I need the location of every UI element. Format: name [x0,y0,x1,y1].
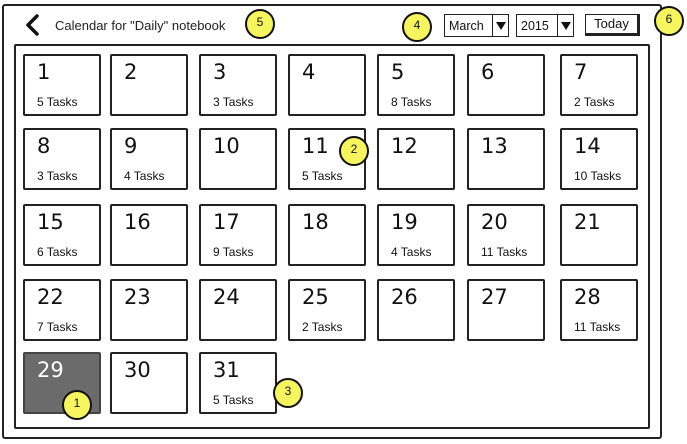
day-number: 24 [213,285,240,309]
day-number: 8 [37,134,51,158]
day-cell[interactable]: 31 5 Tasks [199,352,277,414]
task-count: 11 Tasks [574,320,621,334]
callout-marker: 2 [339,136,369,166]
day-cell[interactable]: 13 [467,128,545,190]
day-cell[interactable]: 10 [199,128,277,190]
month-value: March [449,18,484,33]
day-number: 2 [124,60,138,84]
day-cell[interactable]: 5 8 Tasks [377,54,455,116]
day-cell[interactable]: 2 [110,54,188,116]
day-number: 15 [37,210,64,234]
day-cell[interactable]: 20 11 Tasks [467,204,545,266]
day-cell[interactable]: 21 [560,204,638,266]
day-number: 19 [391,210,418,234]
day-cell[interactable]: 8 3 Tasks [23,128,101,190]
day-number: 1 [37,60,51,84]
day-cell[interactable]: 12 [377,128,455,190]
task-count: 4 Tasks [124,169,165,183]
day-cell[interactable]: 30 [110,352,188,414]
day-number: 22 [37,285,64,309]
task-count: 7 Tasks [37,320,78,334]
day-number: 18 [302,210,329,234]
day-cell[interactable]: 1 5 Tasks [23,54,101,116]
day-cell[interactable]: 14 10 Tasks [560,128,638,190]
day-number: 4 [302,60,316,84]
day-number: 29 [37,358,64,382]
day-cell[interactable]: 24 [199,279,277,341]
task-count: 3 Tasks [37,169,78,183]
day-number: 10 [213,134,240,158]
day-cell[interactable]: 15 6 Tasks [23,204,101,266]
callout-marker: 5 [245,9,275,39]
year-value: 2015 [521,18,549,33]
task-count: 8 Tasks [391,95,432,109]
day-number: 13 [481,134,508,158]
day-cell[interactable]: 23 [110,279,188,341]
day-cell[interactable]: 22 7 Tasks [23,279,101,341]
day-number: 14 [574,134,601,158]
task-count: 9 Tasks [213,245,254,259]
day-number: 3 [213,60,227,84]
day-number: 12 [391,134,418,158]
task-count: 10 Tasks [574,169,622,183]
day-number: 9 [124,134,138,158]
day-cell[interactable]: 7 2 Tasks [560,54,638,116]
day-number: 25 [302,285,329,309]
chevron-down-icon [492,15,508,36]
day-number: 27 [481,285,508,309]
day-number: 20 [481,210,508,234]
day-number: 23 [124,285,151,309]
day-cell[interactable]: 25 2 Tasks [288,279,366,341]
chevron-down-icon [557,15,573,36]
day-number: 6 [481,60,495,84]
day-cell[interactable]: 19 4 Tasks [377,204,455,266]
day-number: 31 [213,358,240,382]
day-cell[interactable]: 16 [110,204,188,266]
day-number: 26 [391,285,418,309]
callout-marker: 1 [62,390,92,420]
task-count: 2 Tasks [574,95,615,109]
callout-marker: 4 [402,12,432,42]
day-cell[interactable]: 3 3 Tasks [199,54,277,116]
day-cell[interactable]: 9 4 Tasks [110,128,188,190]
day-cell[interactable]: 18 [288,204,366,266]
month-select[interactable]: March [444,14,509,37]
task-count: 11 Tasks [481,245,528,259]
callout-marker: 3 [273,378,303,408]
chevron-left-icon [26,14,39,36]
day-number: 16 [124,210,151,234]
day-cell[interactable]: 26 [377,279,455,341]
day-number: 11 [302,134,329,158]
day-cell[interactable]: 4 [288,54,366,116]
task-count: 5 Tasks [213,393,254,407]
today-button[interactable]: Today [585,14,640,36]
day-number: 21 [574,210,601,234]
day-number: 17 [213,210,240,234]
day-cell[interactable]: 28 11 Tasks [560,279,638,341]
page-title: Calendar for "Daily" notebook [55,18,226,33]
task-count: 5 Tasks [37,95,78,109]
task-count: 5 Tasks [302,169,343,183]
day-cell[interactable]: 6 [467,54,545,116]
day-number: 28 [574,285,601,309]
day-number: 5 [391,60,405,84]
back-button[interactable] [20,12,48,40]
task-count: 4 Tasks [391,245,432,259]
day-cell[interactable]: 17 9 Tasks [199,204,277,266]
callout-marker: 6 [654,6,684,36]
day-number: 7 [574,60,588,84]
task-count: 3 Tasks [213,95,254,109]
day-cell[interactable]: 27 [467,279,545,341]
task-count: 2 Tasks [302,320,343,334]
day-number: 30 [124,358,151,382]
task-count: 6 Tasks [37,245,78,259]
year-select[interactable]: 2015 [516,14,574,37]
